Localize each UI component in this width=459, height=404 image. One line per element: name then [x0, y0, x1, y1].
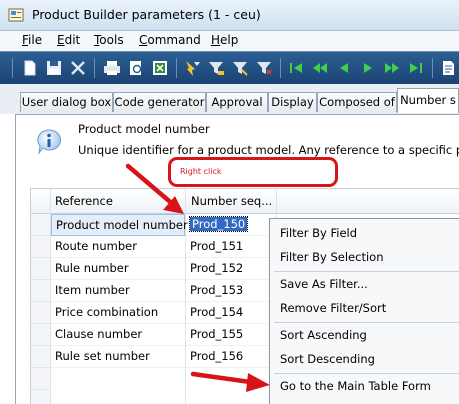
menu-edit[interactable]: Edit [57, 33, 80, 47]
advanced-filter-icon[interactable] [230, 58, 250, 78]
remove-filter-icon[interactable] [254, 58, 274, 78]
table-row-number-sequence[interactable]: Prod_152 [186, 258, 276, 280]
menu-help[interactable]: Help [211, 33, 238, 47]
toolbar-separator [94, 58, 95, 78]
previous-record-icon[interactable] [334, 58, 354, 78]
toolbar [0, 51, 459, 85]
row-selector[interactable] [31, 302, 50, 324]
right-click-callout: Right click [168, 157, 338, 187]
menu-item-filter-by-field[interactable]: Filter By Field [280, 226, 357, 240]
context-menu: Filter By Field Filter By Selection Save… [269, 218, 459, 404]
menu-tools[interactable]: Tools [94, 33, 124, 47]
table-row-number-sequence[interactable]: Prod_153 [186, 280, 276, 302]
title-bar: Product Builder parameters (1 - ceu) [0, 0, 459, 31]
save-icon[interactable] [44, 58, 64, 78]
next-page-icon[interactable] [382, 58, 402, 78]
menu-item-sort-descending[interactable]: Sort Descending [280, 352, 375, 366]
tab-code-generator[interactable]: Code generator [113, 92, 206, 112]
print-icon[interactable] [102, 58, 122, 78]
menu-command[interactable]: Command [139, 33, 201, 47]
callout-text: Right click [180, 167, 222, 176]
menu-item-save-as-filter[interactable]: Save As Filter... [280, 277, 368, 291]
table-row-number-sequence[interactable]: Prod_155 [186, 324, 276, 346]
print-preview-icon[interactable] [126, 58, 146, 78]
last-record-icon[interactable] [406, 58, 426, 78]
row-selector[interactable] [31, 324, 50, 346]
row-selector[interactable] [31, 236, 50, 258]
next-record-icon[interactable] [358, 58, 378, 78]
selected-cell-text[interactable]: Prod_150 [188, 216, 249, 232]
table-row-reference[interactable]: Clause number [51, 324, 185, 346]
menu-item-sort-ascending[interactable]: Sort Ascending [280, 328, 367, 342]
filter-icon[interactable] [206, 58, 226, 78]
row-selector[interactable] [31, 368, 50, 390]
app-icon [8, 8, 24, 22]
row-selector[interactable] [31, 258, 50, 280]
tab-composed-of[interactable]: Composed of [317, 92, 397, 112]
window-title: Product Builder parameters (1 - ceu) [32, 7, 261, 22]
info-title: Product model number [78, 122, 210, 136]
menu-separator [274, 271, 459, 272]
delete-icon[interactable] [68, 58, 88, 78]
table-row-number-sequence[interactable]: Prod_150 [186, 214, 276, 236]
toolbar-separator [280, 58, 281, 78]
menu-item-filter-by-selection[interactable]: Filter By Selection [280, 250, 383, 264]
menu-bar: File Edit Tools Command Help [0, 31, 459, 51]
tab-number-sequences[interactable]: Number s [397, 88, 459, 113]
toolbar-separator [12, 58, 13, 78]
menu-file[interactable]: File [22, 33, 42, 47]
table-row-reference[interactable]: Product model number [51, 214, 188, 236]
row-selector[interactable] [31, 346, 50, 368]
toolbar-separator [176, 58, 177, 78]
tab-strip: User dialog box Code generator Approval … [0, 84, 459, 114]
table-row-reference[interactable]: Item number [51, 280, 185, 302]
product-builder-window: Product Builder parameters (1 - ceu) Fil… [0, 0, 459, 404]
row-selector[interactable] [31, 280, 50, 302]
menu-separator [274, 373, 459, 374]
row-selector[interactable] [31, 390, 50, 404]
tab-approval[interactable]: Approval [206, 92, 268, 112]
toolbar-separator [432, 58, 433, 78]
menu-separator [274, 322, 459, 323]
info-icon [37, 129, 62, 155]
table-row-reference[interactable]: Rule number [51, 258, 185, 280]
table-row-number-sequence[interactable]: Prod_151 [186, 236, 276, 258]
row-selector[interactable] [31, 214, 50, 236]
menu-item-go-to-main-table-form[interactable]: Go to the Main Table Form [280, 379, 431, 393]
table-row-number-sequence[interactable]: Prod_156 [186, 346, 276, 368]
tab-display[interactable]: Display [268, 92, 317, 112]
new-icon[interactable] [20, 58, 40, 78]
info-description: Unique identifier for a product model. A… [78, 143, 459, 157]
export-excel-icon[interactable] [150, 58, 170, 78]
previous-page-icon[interactable] [310, 58, 330, 78]
table-row-reference[interactable]: Price combination [51, 302, 185, 324]
tab-user-dialog-box[interactable]: User dialog box [20, 92, 113, 112]
document-icon[interactable] [438, 58, 458, 78]
filter-by-selection-icon[interactable] [182, 58, 202, 78]
column-header-reference[interactable]: Reference [55, 194, 113, 208]
menu-item-remove-filter-sort[interactable]: Remove Filter/Sort [280, 301, 386, 315]
table-row-reference[interactable]: Rule set number [51, 346, 185, 368]
grid-header: Reference Number seq... [31, 189, 459, 214]
column-header-number-sequence[interactable]: Number seq... [191, 194, 272, 208]
first-record-icon[interactable] [286, 58, 306, 78]
table-row-number-sequence[interactable]: Prod_154 [186, 302, 276, 324]
table-row-reference[interactable]: Route number [51, 236, 185, 258]
